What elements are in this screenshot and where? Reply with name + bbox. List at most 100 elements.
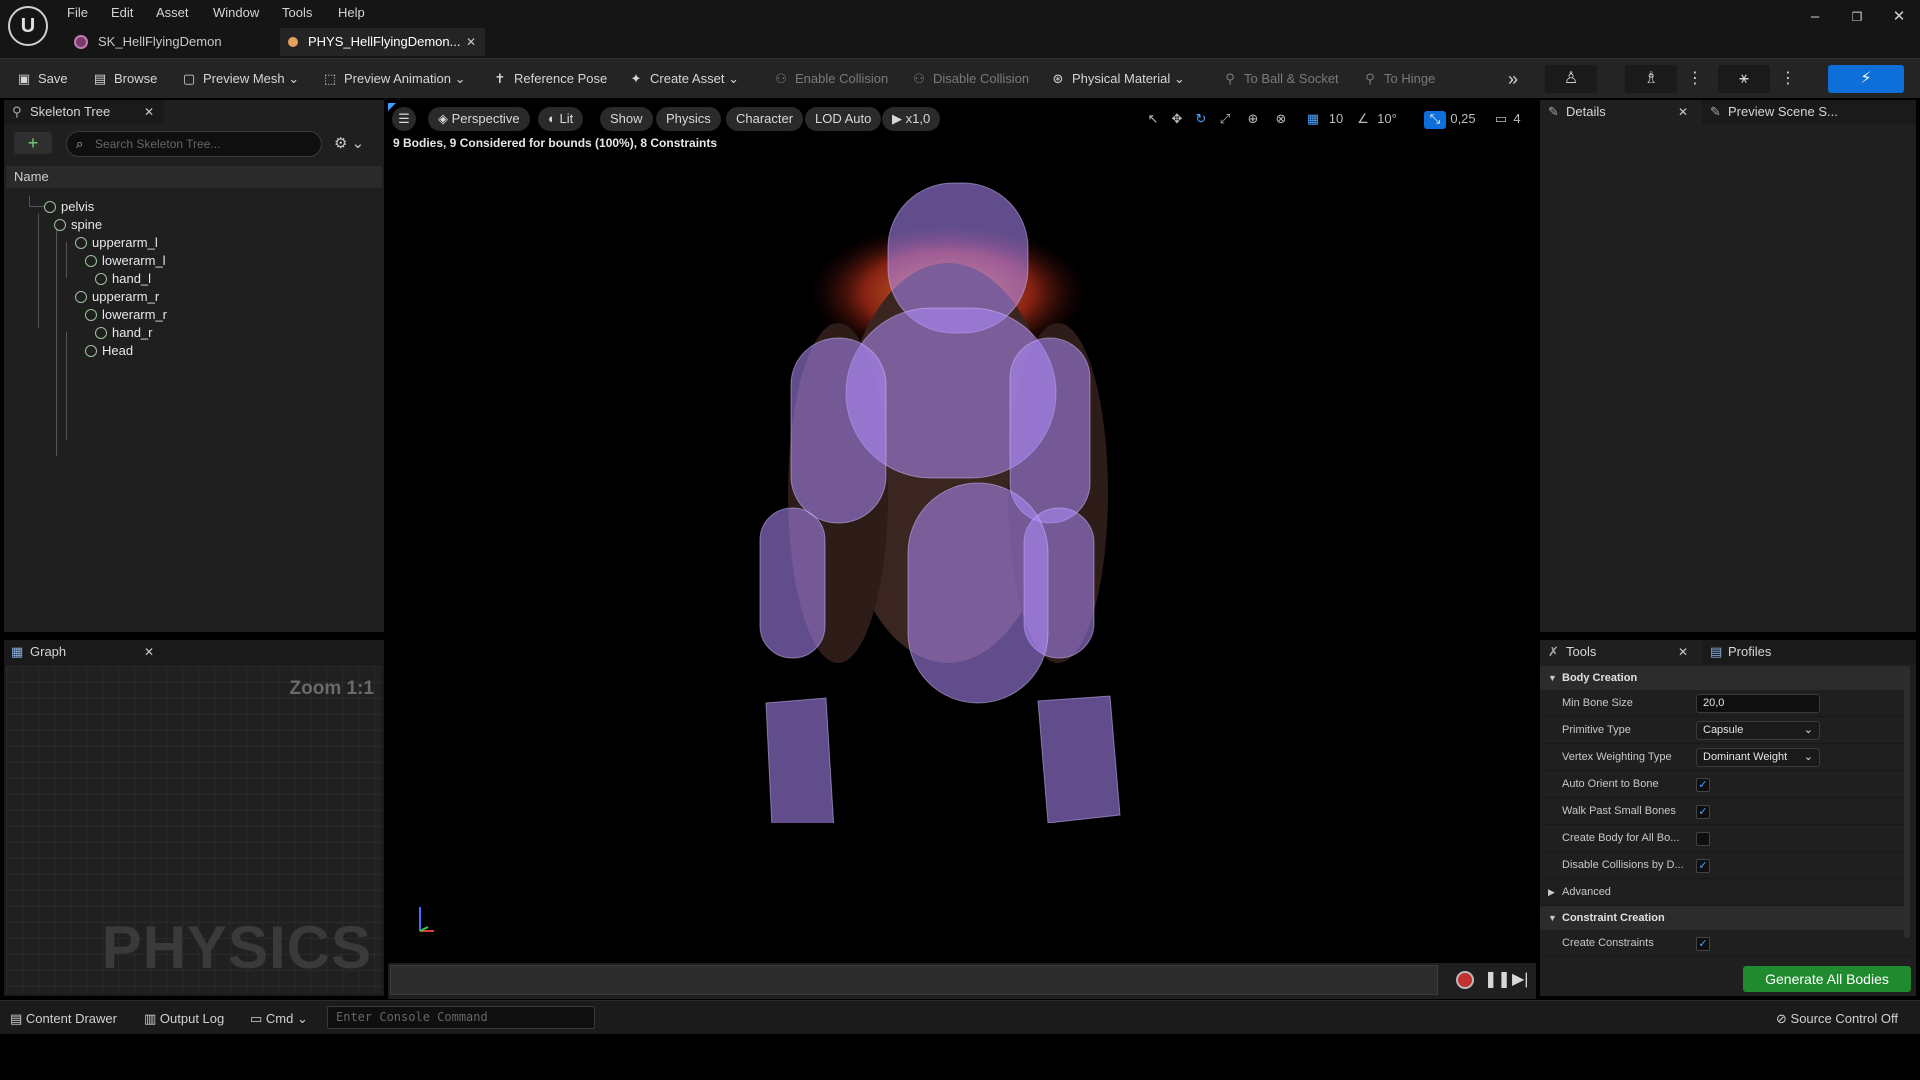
tab-physics-asset[interactable]: PHYS_HellFlyingDemon... ✕ [280, 28, 485, 56]
settings-gear-icon[interactable]: ⚙ ⌄ [334, 134, 364, 152]
close-window-button[interactable]: ✕ [1884, 6, 1914, 28]
close-icon[interactable]: ✕ [466, 28, 476, 56]
grid-snap-value[interactable]: 10 [1326, 111, 1346, 129]
scale-snap-icon[interactable]: ⤡ [1424, 111, 1446, 129]
enable-collision-button[interactable]: ⚇ Enable Collision [773, 67, 888, 91]
step-forward-icon[interactable]: ▶| [1512, 969, 1528, 989]
record-icon[interactable] [1456, 971, 1474, 989]
scrollbar[interactable] [1904, 668, 1910, 938]
menu-help[interactable]: Help [338, 3, 365, 23]
play-rate-button[interactable]: ▶ x1,0 [882, 107, 941, 131]
tree-row[interactable]: lowerarm_l [85, 252, 166, 270]
more-options-icon[interactable]: ⋮ [1687, 67, 1703, 91]
scale-snap-value[interactable]: 0,25 [1448, 111, 1478, 129]
reference-pose-button[interactable]: ✝ Reference Pose [492, 67, 608, 91]
walk-past-checkbox[interactable]: ✓ [1696, 805, 1710, 819]
skeleton-mode-icon[interactable]: ♙ [1545, 65, 1597, 93]
name-column-header[interactable]: Name [6, 166, 382, 188]
tree-row[interactable]: upperarm_l [75, 234, 158, 252]
unreal-logo-icon[interactable]: U [8, 6, 48, 46]
to-hinge-button[interactable]: ⚲ To Hinge [1362, 67, 1435, 91]
close-icon[interactable]: ✕ [1678, 100, 1688, 124]
close-icon[interactable]: ✕ [1678, 640, 1688, 664]
console-command-input[interactable]: Enter Console Command [327, 1006, 595, 1029]
tree-row[interactable]: pelvis [44, 198, 94, 216]
to-ball-socket-button[interactable]: ⚲ To Ball & Socket [1222, 67, 1338, 91]
body-creation-section[interactable]: ▼ Body Creation [1540, 666, 1910, 690]
tab-skeleton-tree[interactable]: ⚲ Skeleton Tree ✕ [4, 100, 164, 124]
close-icon[interactable]: ✕ [144, 100, 154, 124]
min-bone-size-input[interactable]: 20,0 [1696, 694, 1820, 713]
add-bone-button[interactable]: + [14, 132, 52, 154]
lit-button[interactable]: ◐ Lit [538, 107, 584, 131]
menu-edit[interactable]: Edit [111, 3, 133, 23]
physical-material-button[interactable]: ⊛ Physical Material ⌄ [1050, 67, 1185, 91]
tree-row[interactable]: lowerarm_r [85, 306, 167, 324]
create-asset-button[interactable]: ✦ Create Asset ⌄ [628, 67, 739, 91]
menu-tools[interactable]: Tools [282, 3, 312, 23]
menu-asset[interactable]: Asset [156, 3, 189, 23]
tab-graph[interactable]: ▦ Graph ✕ [4, 640, 164, 664]
perspective-button[interactable]: ◈ Perspective [428, 107, 530, 131]
rotation-snap-value[interactable]: 10° [1374, 111, 1400, 129]
disable-collision-button[interactable]: ⚇ Disable Collision [911, 67, 1029, 91]
camera-speed-value[interactable]: 4 [1510, 111, 1524, 129]
select-tool-icon[interactable]: ↖ [1144, 111, 1162, 129]
scale-tool-icon[interactable]: ⤢ [1216, 111, 1234, 129]
rotation-snap-icon[interactable]: ∠ [1354, 111, 1372, 129]
rotate-tool-icon[interactable]: ↻ [1192, 111, 1210, 129]
close-icon[interactable]: ✕ [144, 640, 154, 664]
grid-snap-icon[interactable]: ▦ [1304, 111, 1322, 129]
menu-file[interactable]: File [67, 3, 88, 23]
auto-orient-checkbox[interactable]: ✓ [1696, 778, 1710, 792]
disable-collisions-checkbox[interactable]: ✓ [1696, 859, 1710, 873]
pause-icon[interactable]: ❚❚ [1484, 969, 1511, 989]
tab-details[interactable]: ✎ Details ✕ [1540, 100, 1700, 124]
translate-tool-icon[interactable]: ✥ [1168, 111, 1186, 129]
surface-snap-icon[interactable]: ⊗ [1272, 111, 1290, 129]
tab-preview-scene-settings[interactable]: ✎ Preview Scene S... [1702, 100, 1916, 124]
tree-row[interactable]: spine [54, 216, 102, 234]
content-drawer-button[interactable]: ▤ Content Drawer [10, 1010, 117, 1028]
browse-button[interactable]: ▤ Browse [92, 67, 158, 91]
physics-bodies-preview[interactable] [718, 163, 1178, 823]
physics-button[interactable]: Physics [656, 107, 721, 131]
tree-row[interactable]: hand_r [95, 324, 152, 342]
tree-row[interactable]: hand_l [95, 270, 151, 288]
viewport-menu-button[interactable]: ☰ [392, 107, 416, 131]
camera-speed-icon[interactable]: ▭ [1492, 111, 1510, 129]
animation-mode-icon[interactable]: ⚹ [1718, 65, 1770, 93]
vertex-weighting-dropdown[interactable]: Dominant Weight ⌄ [1696, 748, 1820, 767]
primitive-type-dropdown[interactable]: Capsule ⌄ [1696, 721, 1820, 740]
source-control-button[interactable]: ⊘ Source Control Off [1776, 1010, 1898, 1028]
graph-canvas[interactable]: Zoom 1:1 PHYSICS [6, 666, 382, 994]
show-button[interactable]: Show [600, 107, 653, 131]
more-options-icon[interactable]: ⋮ [1780, 67, 1796, 91]
physics-mode-icon[interactable]: ♗ [1625, 65, 1677, 93]
preview-mesh-button[interactable]: ▢ Preview Mesh ⌄ [181, 67, 299, 91]
preview-animation-button[interactable]: ⬚ Preview Animation ⌄ [322, 67, 466, 91]
coordinate-space-icon[interactable]: ⊕ [1244, 111, 1262, 129]
lod-button[interactable]: LOD Auto [805, 107, 882, 131]
menu-window[interactable]: Window [213, 3, 259, 23]
tab-profiles[interactable]: ▤ Profiles [1702, 640, 1916, 664]
generate-all-bodies-button[interactable]: Generate All Bodies [1743, 966, 1911, 992]
output-log-button[interactable]: ▥ Output Log [144, 1010, 224, 1028]
viewport[interactable]: ☰ ◈ Perspective ◐ Lit Show Physics Chara… [388, 103, 1536, 963]
search-input[interactable]: ⌕ Search Skeleton Tree... [66, 131, 322, 157]
create-constraints-checkbox[interactable]: ✓ [1696, 937, 1710, 951]
tab-tools[interactable]: ✗ Tools ✕ [1540, 640, 1700, 664]
timeline-scrubber[interactable] [390, 965, 1438, 995]
advanced-row[interactable]: ▶ Advanced [1540, 879, 1910, 906]
tab-skeletal-mesh[interactable]: SK_HellFlyingDemon [70, 28, 275, 56]
overflow-chevron-icon[interactable]: » [1508, 67, 1518, 91]
save-button[interactable]: ▣ Save [16, 67, 68, 91]
cmd-dropdown[interactable]: ▭ Cmd ⌄ [250, 1010, 308, 1028]
tree-row[interactable]: Head [85, 342, 133, 360]
character-button[interactable]: Character [726, 107, 804, 131]
minimize-button[interactable]: – [1800, 6, 1830, 28]
constraint-creation-section[interactable]: ▼ Constraint Creation [1540, 906, 1910, 930]
create-body-all-checkbox[interactable] [1696, 832, 1710, 846]
simulate-mode-icon[interactable]: ⚡ [1828, 65, 1904, 93]
tree-row[interactable]: upperarm_r [75, 288, 159, 306]
